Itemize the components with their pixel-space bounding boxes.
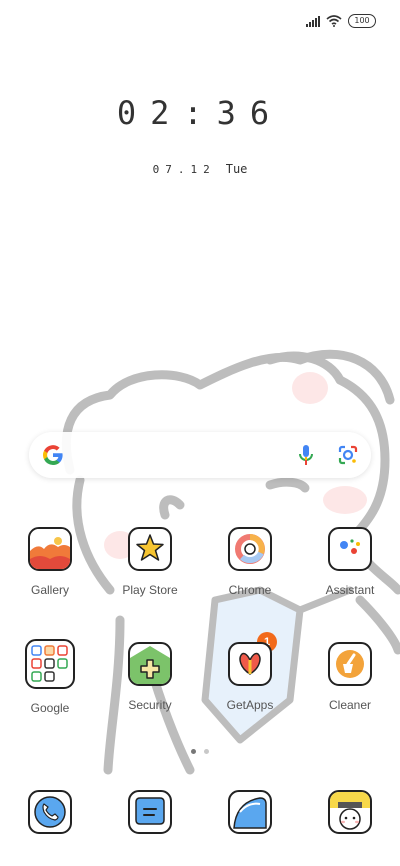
- gallery-icon: [28, 527, 72, 571]
- page-dot-1[interactable]: [191, 749, 196, 754]
- app-cleaner[interactable]: Cleaner: [300, 642, 400, 715]
- app-label: Gallery: [30, 583, 69, 597]
- lens-icon[interactable]: [337, 444, 359, 466]
- dock-phone[interactable]: [0, 790, 100, 834]
- dock-messages[interactable]: [100, 790, 200, 834]
- folder-google[interactable]: Google: [0, 639, 100, 715]
- google-g-icon: [43, 445, 63, 465]
- cleaner-icon: [328, 642, 372, 686]
- page-dot-2[interactable]: [204, 749, 209, 754]
- google-folder-icon: [25, 639, 75, 689]
- google-search-bar[interactable]: [29, 432, 371, 478]
- messages-icon: [128, 790, 172, 834]
- app-chrome[interactable]: Chrome: [200, 527, 300, 597]
- app-grid-row-1: Gallery Play Store Chrome Assistant: [0, 527, 400, 597]
- signal-bars-icon: [306, 15, 320, 27]
- app-assistant[interactable]: Assistant: [300, 527, 400, 597]
- page-indicator[interactable]: [0, 749, 400, 754]
- app-grid-row-2: Google Security 1 GetApps Cleaner: [0, 632, 400, 715]
- security-icon: [128, 642, 172, 686]
- app-label: Cleaner: [328, 698, 372, 712]
- mic-icon[interactable]: [297, 443, 315, 467]
- play-store-icon: [128, 527, 172, 571]
- app-label: Security: [128, 698, 172, 712]
- weekday-text: Tue: [225, 162, 248, 176]
- app-label: GetApps: [226, 698, 274, 712]
- dock-camera[interactable]: [300, 790, 400, 834]
- chrome-icon: [228, 527, 272, 571]
- browser-icon: [228, 790, 272, 834]
- wifi-icon: [326, 15, 342, 27]
- assistant-icon: [328, 527, 372, 571]
- date-text: 07.12: [152, 163, 216, 176]
- phone-icon: [28, 790, 72, 834]
- app-security[interactable]: Security: [100, 642, 200, 715]
- clock-time[interactable]: 02:36: [0, 94, 400, 132]
- dock: [0, 790, 400, 834]
- app-label: Play Store: [122, 583, 178, 597]
- app-gallery[interactable]: Gallery: [0, 527, 100, 597]
- status-bar: 100: [306, 14, 376, 28]
- app-label: Google: [30, 701, 70, 715]
- clock-date[interactable]: 07.12 Tue: [0, 162, 400, 176]
- app-label: Assistant: [325, 583, 375, 597]
- app-label: Chrome: [228, 583, 272, 597]
- battery-indicator: 100: [348, 14, 376, 28]
- camera-icon: [328, 790, 372, 834]
- app-getapps[interactable]: 1 GetApps: [200, 632, 300, 715]
- getapps-icon: [228, 642, 272, 686]
- dock-browser[interactable]: [200, 790, 300, 834]
- app-play-store[interactable]: Play Store: [100, 527, 200, 597]
